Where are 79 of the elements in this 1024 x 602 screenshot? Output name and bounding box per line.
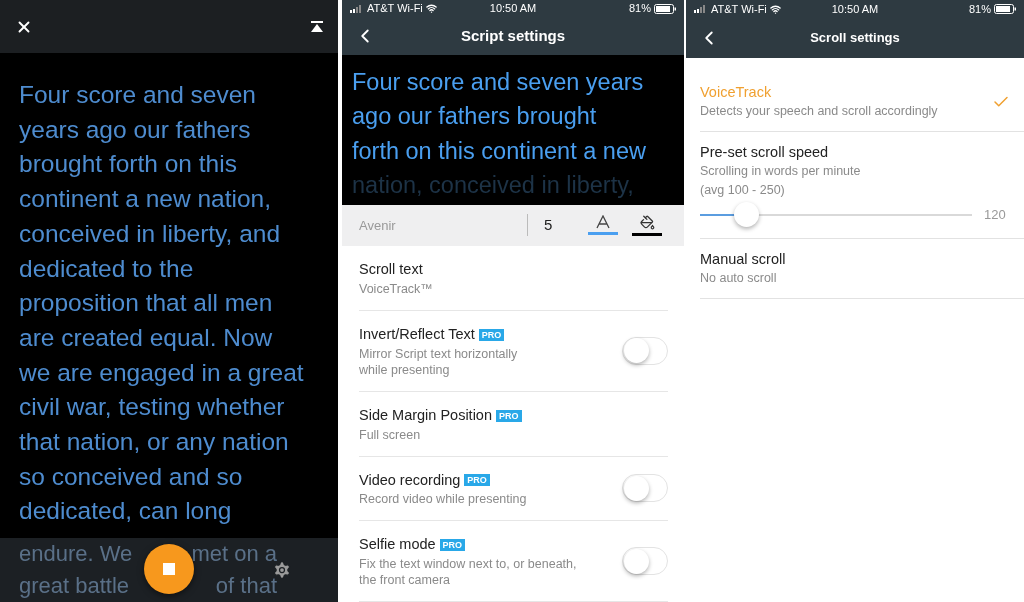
scroll-option[interactable]: Manual scroll No auto scroll bbox=[686, 239, 1024, 299]
settings-row[interactable]: Video recording PRO Record video while presenting bbox=[342, 456, 684, 522]
setting-title: Side Margin Position bbox=[359, 405, 492, 425]
screen-title: Script settings bbox=[459, 25, 567, 46]
letter-a-icon bbox=[596, 215, 610, 230]
battery-icon bbox=[994, 4, 1016, 14]
carrier-text: AT&T Wi-Fi bbox=[711, 1, 767, 17]
setting-description: Mirror Script text horizontally bbox=[359, 345, 519, 362]
option-description: (avg 100 - 250) bbox=[700, 182, 786, 199]
pro-badge: PRO bbox=[439, 539, 466, 552]
settings-row[interactable]: Side Margin Position PRO Full screen bbox=[342, 391, 684, 457]
script-line: that nation, or any nation bbox=[19, 427, 290, 458]
setting-title: Selfie mode bbox=[359, 535, 436, 555]
script-line: conceived in liberty, and bbox=[19, 218, 282, 249]
option-description: Detects your speech and scroll accordingly bbox=[700, 103, 939, 120]
toggle-switch[interactable] bbox=[622, 336, 668, 365]
carrier-text: AT&T Wi-Fi bbox=[367, 1, 423, 17]
wifi-icon bbox=[425, 3, 437, 14]
preview-line: nation, conceived in liberty, bbox=[352, 171, 635, 201]
script-line: are created equal. Now bbox=[19, 322, 274, 353]
settings-row[interactable]: Invert/Reflect Text PRO Mirror Script text horizontally while presenting bbox=[342, 311, 684, 392]
signal-icon bbox=[694, 5, 708, 13]
toggle-switch[interactable] bbox=[622, 547, 668, 576]
option-title: Pre-set scroll speed bbox=[700, 143, 830, 162]
font-size-field[interactable]: 5 bbox=[544, 214, 584, 237]
preview-line: Four score and seven years bbox=[352, 67, 645, 97]
script-line: endure. We bbox=[19, 540, 133, 568]
battery-text: 81% bbox=[968, 1, 991, 17]
option-description: Scrolling in words per minute bbox=[700, 163, 862, 180]
script-line: brought forth on this bbox=[19, 149, 238, 180]
setting-description: Fix the text window next to, or beneath, bbox=[359, 556, 578, 572]
pro-badge: PRO bbox=[496, 409, 522, 422]
script-line: civil war, testing whether bbox=[19, 392, 286, 423]
setting-description: while presenting bbox=[359, 361, 451, 378]
speed-value: 120 bbox=[984, 206, 1006, 225]
setting-title: Invert/Reflect Text bbox=[359, 325, 475, 344]
script-line: years ago our fathers bbox=[19, 114, 252, 145]
settings-row[interactable]: Scroll text VoiceTrack™ bbox=[342, 246, 684, 311]
battery-icon bbox=[654, 3, 676, 14]
script-line: we are engaged in a great bbox=[19, 357, 305, 388]
slider-thumb[interactable] bbox=[734, 202, 760, 227]
screen-title: Scroll settings bbox=[809, 29, 901, 48]
option-title: VoiceTrack bbox=[700, 83, 773, 102]
script-line: proposition that all men bbox=[19, 288, 274, 319]
option-title: Manual scroll bbox=[700, 250, 787, 269]
setting-title: Video recording bbox=[359, 470, 461, 490]
script-line: dedicated to the bbox=[19, 253, 195, 284]
settings-row[interactable]: Selfie mode PRO Fix the text window next to, or beneath, the front camera bbox=[342, 521, 684, 602]
script-line: so conceived and so bbox=[19, 461, 244, 492]
stop-button[interactable] bbox=[144, 544, 194, 594]
clock-text: 10:50 AM bbox=[830, 1, 880, 17]
setting-description: Full screen bbox=[359, 426, 422, 443]
option-description: No auto scroll bbox=[700, 270, 778, 287]
speed-slider-track[interactable] bbox=[700, 202, 972, 228]
signal-icon bbox=[350, 4, 364, 13]
paint-bucket-icon bbox=[639, 214, 655, 230]
setting-description: the front camera bbox=[359, 572, 451, 588]
preview-line: ago our fathers brought bbox=[352, 102, 598, 132]
pro-badge: PRO bbox=[478, 328, 505, 341]
script-line: of that bbox=[215, 572, 277, 600]
script-line: dedicated, can long bbox=[19, 496, 233, 527]
background-color-button[interactable] bbox=[632, 214, 662, 236]
triangle-bar-icon[interactable] bbox=[311, 20, 323, 33]
script-line: great battle bbox=[19, 572, 130, 600]
text-color-button[interactable] bbox=[588, 215, 618, 236]
wifi-icon bbox=[769, 3, 781, 15]
script-line: continent a new nation, bbox=[19, 184, 272, 215]
script-line: met on a bbox=[191, 540, 277, 568]
setting-title: Scroll text bbox=[359, 260, 423, 280]
pro-badge: PRO bbox=[464, 474, 490, 487]
scroll-option[interactable]: Pre-set scroll speed Scrolling in words per minute (avg 100 - 250) 120 bbox=[686, 132, 1024, 239]
clock-text: 10:50 AM bbox=[488, 1, 538, 17]
setting-description: Record video while presenting bbox=[359, 491, 528, 508]
script-line: Four score and seven bbox=[19, 80, 257, 110]
setting-description: VoiceTrack™ bbox=[359, 281, 434, 297]
preview-line: forth on this continent a new bbox=[352, 136, 647, 166]
toggle-switch[interactable] bbox=[622, 474, 668, 503]
scroll-option[interactable]: VoiceTrack Detects your speech and scroll accordingly bbox=[686, 72, 1024, 132]
battery-text: 81% bbox=[629, 1, 651, 17]
